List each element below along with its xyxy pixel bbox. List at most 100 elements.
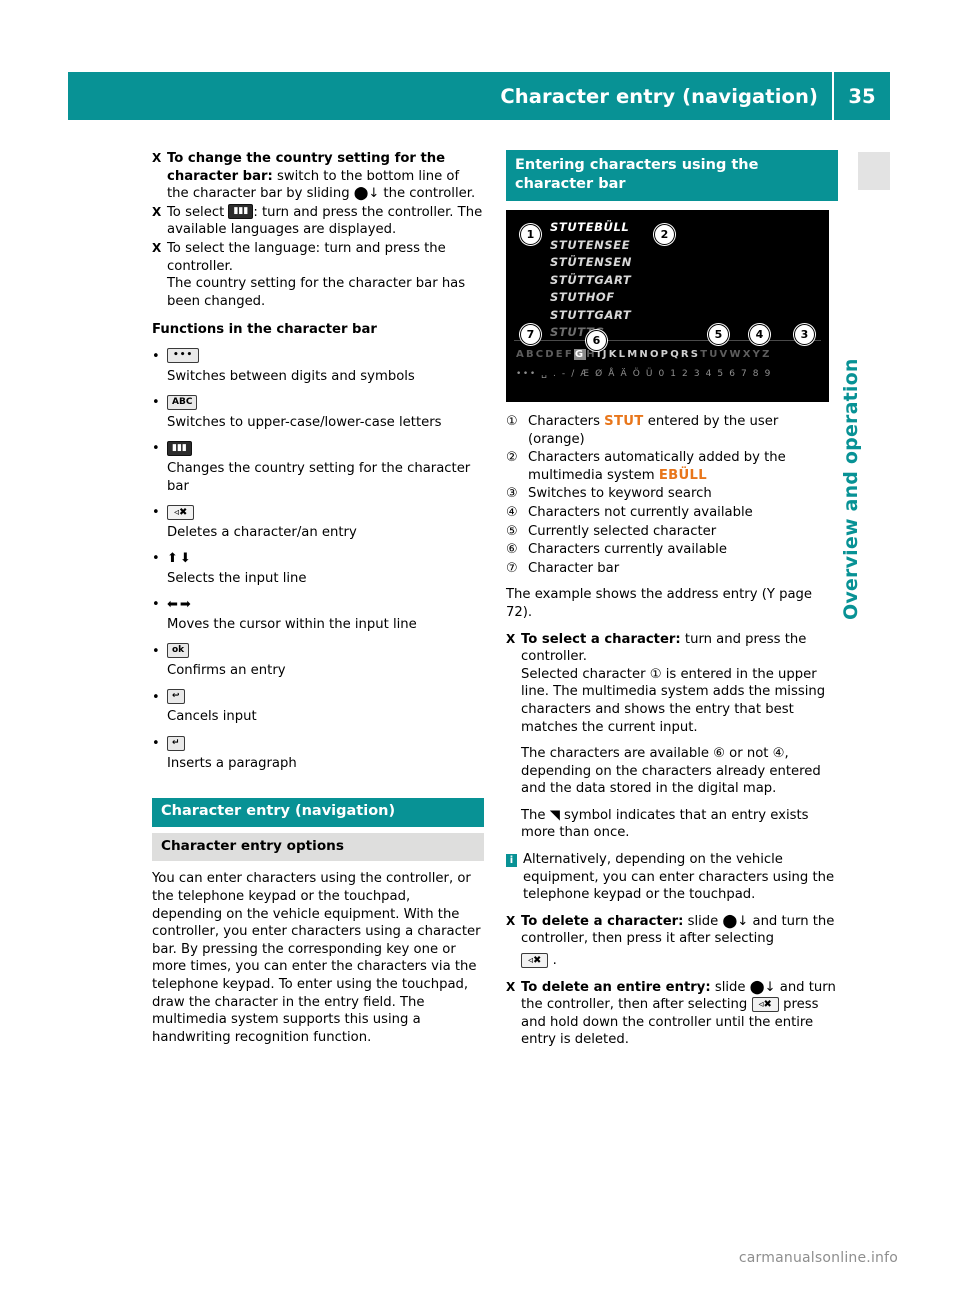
step-lead: To delete an entire entry:: [521, 979, 711, 995]
function-desc: Switches between digits and symbols: [167, 368, 415, 384]
legend-text: Characters currently available: [528, 542, 727, 558]
figure-callout-3: 3: [794, 324, 815, 345]
function-desc: Deletes a character/an entry: [167, 524, 357, 540]
bullet-dot: •: [152, 736, 160, 752]
legend-pre: Characters: [528, 414, 605, 429]
legend-text: Currently selected character: [528, 523, 717, 539]
abc-key-icon: ABC: [167, 394, 198, 410]
delete-key-icon: ◃✖: [521, 952, 549, 968]
period-text: .: [552, 953, 557, 969]
figure-legend: ① Characters STUT entered by the user (o…: [506, 413, 838, 577]
functions-heading: Functions in the character bar: [152, 321, 484, 339]
figure-list-item: STÜTENSEN: [550, 255, 632, 269]
ok-key-icon: ok: [167, 643, 190, 659]
function-desc: Inserts a paragraph: [167, 755, 297, 771]
legend-item-7: ⑦ Character bar: [506, 560, 838, 578]
function-item-move-cursor: • ⬅➡: [152, 596, 484, 614]
step-rest: To select: [167, 204, 229, 220]
step-select-character: X To select a character: turn and press …: [506, 631, 838, 737]
bullet-dot: •: [152, 689, 160, 705]
legend-item-3: ③ Switches to keyword search: [506, 485, 838, 503]
step-body: To select the language: turn and press t…: [167, 240, 484, 310]
flag-icon: ▮▮▮: [228, 204, 254, 220]
step-select-flag: X To select ▮▮▮: turn and press the cont…: [152, 204, 484, 239]
figure-callout-2: 2: [654, 224, 675, 245]
figure-alpha-dim-start: ABCDEF: [516, 349, 574, 360]
bullet-dot: •: [152, 551, 160, 567]
figure-list-item: STÜTTGART: [550, 272, 632, 287]
legend-num: ②: [506, 450, 518, 466]
step-body: To select a character: turn and press th…: [521, 631, 838, 737]
function-desc: Switches to upper-case/lower-case letter…: [167, 414, 442, 430]
step-marker: X: [152, 151, 162, 165]
legend-keyword: EBÜLL: [658, 467, 707, 483]
legend-item-6: ⑥ Characters currently available: [506, 541, 838, 559]
figure-list-item: STUTEBÜLL: [550, 220, 630, 234]
bullet-dot: •: [152, 348, 160, 364]
legend-num: ⑤: [506, 523, 518, 539]
step-marker: X: [152, 240, 162, 255]
figure-callout-5: 5: [708, 324, 729, 345]
step-marker: X: [152, 204, 162, 219]
function-key: ↩: [167, 689, 185, 707]
function-key: •••: [167, 348, 200, 366]
legend-keyword: STUT: [604, 414, 644, 429]
step-rest: To select the language: turn and press t…: [167, 240, 446, 274]
function-key: ▮▮▮: [167, 440, 192, 458]
step-extra-2: The characters are available ⑥ or not ④,…: [521, 746, 821, 797]
legend-item-4: ④ Characters not currently available: [506, 504, 838, 522]
subsection-title-character-entry-options: Character entry options: [152, 832, 484, 862]
step-body: To delete a character: slide ⬤↓ and turn…: [521, 913, 838, 970]
page-number: 35: [848, 84, 876, 108]
legend-item-5: ⑤ Currently selected character: [506, 523, 838, 541]
function-item-delete: • ◃✖: [152, 504, 484, 522]
figure-callout-6: 6: [586, 330, 607, 351]
right-column: Entering characters using the character …: [506, 150, 838, 1050]
function-item-flag: • ▮▮▮: [152, 440, 484, 458]
function-desc: Selects the input line: [167, 570, 307, 586]
section-title-entering-characters: Entering characters using the character …: [506, 150, 838, 201]
arrows-vertical-icon: ⬆⬇: [167, 551, 193, 567]
figure-list-item: STUTTGART: [550, 307, 632, 322]
step-delete-character: X To delete a character: slide ⬤↓ and tu…: [506, 913, 838, 970]
legend-item-2: ② Characters automatically added by the …: [506, 449, 838, 484]
function-key: ◃✖: [167, 504, 195, 522]
legend-text: Characters automatically added by the mu…: [528, 449, 838, 484]
step-marker: X: [506, 979, 516, 994]
left-column: X To change the country setting for the …: [152, 150, 484, 1046]
function-key: ok: [167, 643, 190, 661]
enter-key-icon: ↵: [167, 735, 185, 751]
figure-list-item: STUTHOF: [550, 290, 615, 304]
note-alternative-entry: i Alternatively, depending on the vehicl…: [506, 851, 838, 904]
legend-item-1: ① Characters STUT entered by the user (o…: [506, 413, 838, 448]
step-body: To delete an entire entry: slide ⬤↓ and …: [521, 979, 838, 1049]
step-body: To select ▮▮▮: turn and press the contro…: [167, 204, 484, 239]
step-extra-1: Selected character ① is entered in the u…: [521, 666, 826, 735]
figure-result-list: STUTEBÜLL STUTENSEE STÜTENSEN STÜTTGART …: [550, 219, 632, 342]
legend-num: ⑦: [506, 560, 518, 576]
watermark: carmanualsonline.info: [738, 1250, 898, 1266]
section-title-character-entry: Character entry (navigation): [152, 798, 484, 827]
functions-heading-text: Functions in the character bar: [152, 322, 377, 338]
legend-pre: Characters automatically added by the mu…: [528, 450, 786, 483]
figure-divider: [514, 340, 821, 341]
function-item-cancel: • ↩: [152, 689, 484, 707]
function-item-digits: • •••: [152, 348, 484, 366]
step-extra-3: The ◥ symbol indicates that an entry exi…: [521, 807, 809, 841]
legend-num: ①: [506, 414, 518, 429]
figure-callout-4: 4: [749, 324, 770, 345]
function-item-ok: • ok: [152, 643, 484, 661]
legend-text: Switches to keyword search: [528, 486, 712, 502]
figure-character-bar-screen: STUTEBÜLL STUTENSEE STÜTENSEN STÜTTGART …: [506, 210, 829, 402]
function-desc: Moves the cursor within the input line: [167, 617, 417, 633]
function-desc: Changes the country setting for the char…: [167, 460, 471, 494]
function-key: ABC: [167, 394, 198, 412]
step-lead: To select a character:: [521, 631, 681, 647]
section-side-label: Overview and operation: [840, 358, 862, 620]
legend-text: Characters not currently available: [528, 504, 753, 520]
figure-symbol-row: ••• ␣ . - / Æ Ø Å Ä Ö Ü 0 1 2 3 4 5 6 7 …: [516, 369, 772, 379]
bullet-dot: •: [152, 441, 160, 457]
delete-key-icon: ◃✖: [167, 504, 195, 520]
figure-alphabet-row: ABCDEFGHIJKLMNOPQRSTUVWXYZ: [516, 346, 772, 364]
left-body-paragraph: You can enter characters using the contr…: [152, 871, 481, 1045]
